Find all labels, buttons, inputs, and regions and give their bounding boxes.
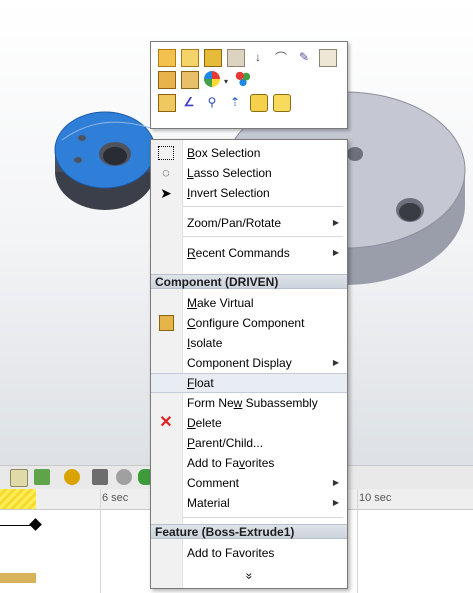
- menu-item-material[interactable]: Material ▶: [151, 493, 347, 513]
- components-icon[interactable]: [204, 49, 222, 67]
- configure-component-mnemonic: C: [187, 316, 196, 330]
- float-label: loat: [194, 376, 214, 390]
- menu-item-isolate[interactable]: Isolate: [151, 333, 347, 353]
- menu-item-zoom-pan-rotate[interactable]: Zoom/Pan/Rotate ▶: [151, 213, 347, 233]
- menu-item-comment[interactable]: Comment ▶: [151, 473, 347, 493]
- properties-icon[interactable]: [319, 49, 337, 67]
- box-selection-label: ox Selection: [195, 146, 261, 160]
- menu-item-recent-commands[interactable]: Recent Commands ▶: [151, 243, 347, 263]
- comment-label: Comment: [187, 476, 240, 490]
- time-label-10: 10 sec: [359, 492, 392, 504]
- add-favorites-label-rest: orites: [245, 456, 275, 470]
- zoom-to-selection-icon[interactable]: ⚲: [204, 94, 220, 110]
- context-menu: Box Selection ◌ Lasso Selection ➤ Invert…: [150, 139, 348, 589]
- menu-item-float[interactable]: Float: [151, 373, 347, 393]
- sketch-line-icon[interactable]: ∠: [181, 94, 197, 110]
- feature-add-favorites-label: Add to Favorites: [187, 546, 275, 560]
- delete-icon: ✕: [159, 414, 173, 431]
- submenu-arrow-icon: ▶: [332, 218, 339, 227]
- subassembly-label-pre: Form Ne: [187, 396, 234, 410]
- invert-selection-label: nvert Selection: [190, 186, 270, 200]
- color-swatch-icon[interactable]: [235, 71, 251, 87]
- menu-item-form-new-subassembly[interactable]: Form New Subassembly: [151, 393, 347, 413]
- feature-section-header: Feature (Boss-Extrude1): [151, 524, 347, 539]
- menu-item-parent-child[interactable]: Parent/Child...: [151, 433, 347, 453]
- isolate-label: solate: [190, 336, 223, 350]
- paperclip-icon[interactable]: ⌒: [273, 49, 289, 65]
- motion-solver-icon[interactable]: [64, 469, 80, 485]
- submenu-arrow-icon: ▶: [332, 498, 339, 507]
- menu-item-feature-add-to-favorites[interactable]: Add to Favorites: [151, 543, 347, 563]
- menu-item-add-to-favorites[interactable]: Add to Favorites: [151, 453, 347, 473]
- assembly-structure-icon[interactable]: [227, 49, 245, 67]
- zoom-pan-rotate-label: Zoom/Pan/Rotate: [187, 216, 282, 230]
- key-point[interactable]: [29, 518, 42, 531]
- configure-component-icon: [158, 315, 174, 331]
- show-icon[interactable]: [273, 94, 291, 112]
- spring-icon[interactable]: [92, 469, 108, 485]
- chevron-down-icon[interactable]: ▾: [222, 73, 230, 89]
- open-part-icon[interactable]: [158, 49, 176, 67]
- menu-item-configure-component[interactable]: Configure Component: [151, 313, 347, 333]
- autokey-icon[interactable]: [10, 469, 28, 487]
- lasso-selection-icon: ◌: [162, 165, 170, 180]
- menu-separator: [183, 206, 343, 207]
- component-section-header: Component (DRIVEN): [151, 274, 347, 289]
- component-display-label: Component Display: [187, 356, 292, 370]
- hide-icon[interactable]: [250, 94, 268, 112]
- delete-label: elete: [195, 416, 222, 430]
- edit-feature-icon[interactable]: [181, 71, 199, 89]
- parent-child-mnemonic: P: [187, 436, 196, 450]
- delete-mnemonic: D: [187, 416, 196, 430]
- move-triad-icon[interactable]: ⇡: [227, 94, 243, 110]
- context-toolbar: ↓ ⌒ ✎ ▾ ∠ ⚲ ⇡: [150, 41, 348, 129]
- timeline-bar: [0, 573, 36, 583]
- make-virtual-mnemonic: M: [187, 296, 197, 310]
- selected-blue-disk-part[interactable]: [54, 111, 156, 210]
- submenu-arrow-icon: ▶: [332, 248, 339, 257]
- time-bar-hatch: [0, 489, 36, 509]
- appearance-icon[interactable]: [204, 71, 220, 87]
- menu-item-delete[interactable]: ✕ Delete: [151, 413, 347, 433]
- material-label: Material: [187, 496, 230, 510]
- expand-chevrons-icon: »: [242, 572, 256, 580]
- smart-mate-icon[interactable]: [158, 94, 176, 112]
- menu-item-invert-selection[interactable]: ➤ Invert Selection: [151, 183, 347, 203]
- menu-item-component-display[interactable]: Component Display ▶: [151, 353, 347, 373]
- box-selection-icon: [158, 145, 174, 161]
- recent-commands-mnemonic: R: [187, 246, 196, 260]
- assembly-icon[interactable]: [181, 49, 199, 67]
- lasso-selection-label: asso Selection: [193, 166, 272, 180]
- menu-item-box-selection[interactable]: Box Selection: [151, 143, 347, 163]
- configure-icon[interactable]: [158, 71, 176, 89]
- motor-icon[interactable]: [116, 469, 132, 485]
- make-virtual-label: ake Virtual: [197, 296, 254, 310]
- submenu-arrow-icon: ▶: [332, 478, 339, 487]
- parent-child-label: arent/Child...: [195, 436, 264, 450]
- menu-expand-button[interactable]: »: [151, 566, 347, 586]
- box-selection-mnemonic: B: [187, 146, 196, 160]
- time-label-6: 6 sec: [102, 492, 129, 504]
- invert-selection-icon: ➤: [160, 185, 172, 201]
- menu-separator: [183, 236, 343, 237]
- edit-sketch-icon[interactable]: ✎: [296, 49, 312, 65]
- menu-item-make-virtual[interactable]: Make Virtual: [151, 293, 347, 313]
- add-favorites-label-pre: Add to Fa: [187, 456, 240, 470]
- subassembly-label-rest: Subassembly: [242, 396, 318, 410]
- add-key-icon[interactable]: [34, 469, 50, 485]
- menu-separator: [183, 517, 343, 518]
- menu-item-lasso-selection[interactable]: ◌ Lasso Selection: [151, 163, 347, 183]
- lasso-selection-mnemonic: L: [187, 166, 194, 180]
- sort-icon[interactable]: ↓: [250, 49, 266, 65]
- submenu-arrow-icon: ▶: [332, 358, 339, 367]
- configure-component-label: onfigure Component: [195, 316, 305, 330]
- recent-commands-label: ecent Commands: [195, 246, 290, 260]
